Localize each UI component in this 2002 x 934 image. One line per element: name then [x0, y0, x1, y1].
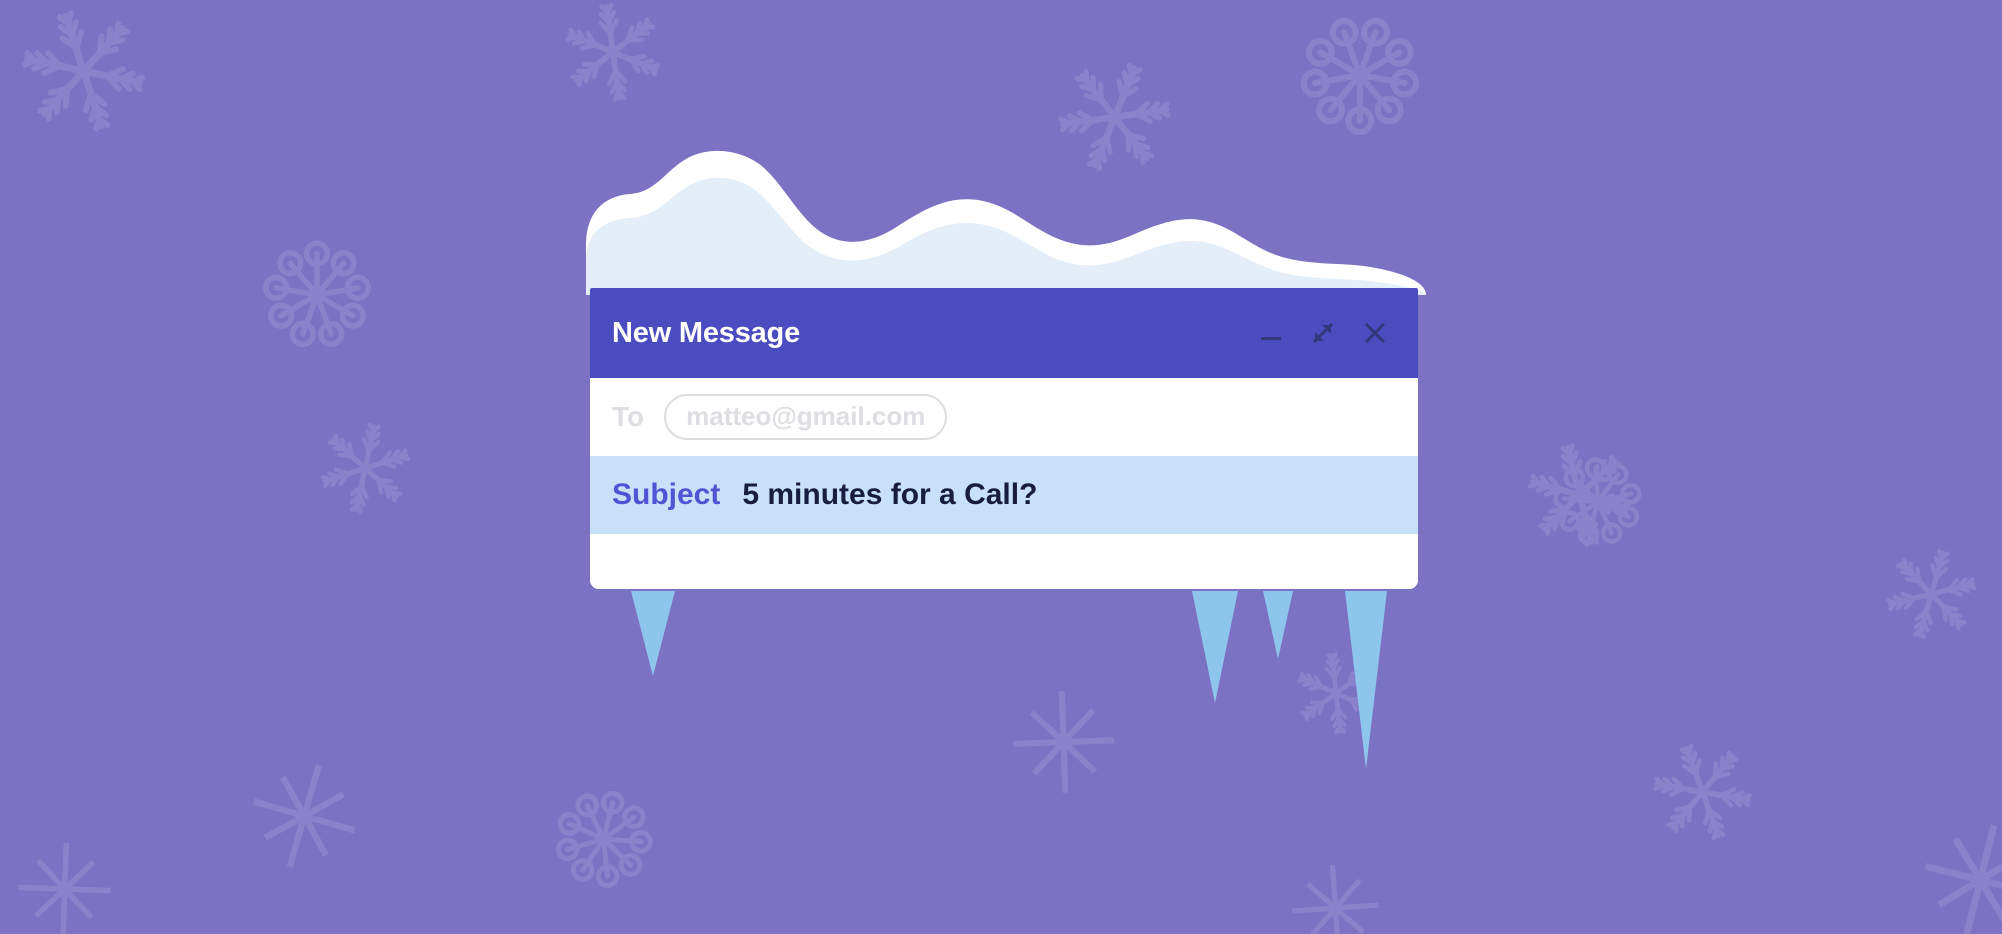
icicle-decoration [631, 591, 675, 676]
snowflake-pinwheel-icon [256, 234, 378, 361]
snowflake-starburst-icon [1001, 679, 1127, 809]
snowflake-dendrite-icon [1641, 732, 1762, 857]
icicle-decoration [1263, 591, 1293, 659]
snow-cap-icon [586, 150, 1426, 295]
snow-cap-decoration [586, 150, 1426, 295]
expand-icon [1312, 322, 1334, 344]
expand-button[interactable] [1308, 318, 1338, 348]
subject-field-label: Subject [612, 478, 721, 511]
snowflake-dendrite-icon [1048, 50, 1182, 188]
to-field-row[interactable]: To matteo@gmail.com [590, 378, 1418, 456]
snowflake-dendrite-icon [543, 0, 680, 125]
snowflake-dendrite-icon [305, 408, 428, 534]
compose-window-header: New Message [590, 288, 1418, 378]
to-field-label: To [612, 401, 645, 432]
close-icon [1364, 322, 1386, 344]
snowflake-dendrite-icon [1510, 427, 1647, 568]
minimize-button[interactable] [1256, 318, 1286, 348]
compose-window: New Message To matteo@gmail.com Subject … [590, 288, 1418, 589]
snowflake-pinwheel-icon [1544, 449, 1651, 561]
message-body-field[interactable] [590, 534, 1418, 589]
snowflake-pinwheel-icon [536, 772, 671, 910]
subject-field-row[interactable]: Subject 5 minutes for a Call? [590, 456, 1418, 534]
snowflake-starburst-icon [240, 753, 367, 884]
snowflake-pinwheel-icon [1272, 0, 1445, 166]
snowflake-dendrite-icon [5, 0, 160, 153]
icicle-decoration [1192, 591, 1238, 703]
snowflake-starburst-icon [11, 835, 119, 934]
recipient-chip[interactable]: matteo@gmail.com [664, 394, 948, 440]
snowflake-dendrite-icon [1873, 536, 1991, 657]
window-controls [1256, 318, 1390, 348]
snowflake-starburst-icon [1281, 853, 1391, 934]
icicle-decoration [1345, 591, 1387, 769]
minimize-icon [1261, 337, 1281, 341]
snowflake-starburst-icon [1914, 814, 2002, 934]
compose-window-title: New Message [612, 316, 800, 349]
close-button[interactable] [1360, 318, 1390, 348]
subject-field-value[interactable]: 5 minutes for a Call? [742, 478, 1037, 512]
poster-canvas: New Message To matteo@gmail.com Subject … [0, 0, 2002, 934]
